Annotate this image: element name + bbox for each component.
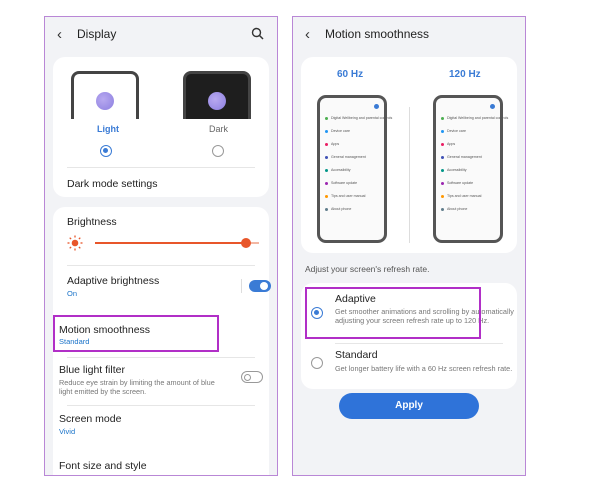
adaptive-brightness-value: On	[67, 289, 78, 298]
mini-item-label: Apps	[447, 142, 456, 146]
brightness-slider-thumb[interactable]	[240, 238, 251, 248]
mini-item-icon	[325, 208, 328, 211]
motion-smoothness-label: Motion smoothness	[59, 324, 151, 336]
mini-status-bar	[490, 104, 495, 109]
mini-item-label: Tips and user manual	[447, 194, 482, 198]
mini-item-icon	[325, 169, 328, 172]
page-title: Motion smoothness	[325, 27, 430, 41]
motion-header: ‹ Motion smoothness	[293, 17, 525, 51]
mini-item-icon	[325, 182, 328, 185]
mini-item-label: About phone	[447, 207, 468, 211]
brightness-label: Brightness	[67, 216, 117, 228]
font-size-style-item[interactable]: Font size and style	[59, 460, 147, 472]
mini-item-label: General management	[447, 155, 482, 159]
mini-item-icon	[325, 143, 328, 146]
light-theme-preview[interactable]	[71, 71, 139, 119]
mini-item-icon	[441, 208, 444, 211]
mini-item-label: Device care	[331, 129, 350, 133]
mini-item-icon	[441, 169, 444, 172]
display-header: ‹ Display	[45, 17, 277, 51]
adaptive-desc: Get smoother animations and scrolling by…	[335, 307, 514, 325]
mini-item-icon	[441, 156, 444, 159]
screen-mode-value: Vivid	[59, 427, 76, 436]
mini-item-icon	[325, 195, 328, 198]
preview-divider	[409, 107, 410, 243]
motion-smoothness-value: Standard	[59, 337, 90, 346]
mini-item-label: Accessibility	[331, 168, 351, 172]
motion-smoothness-screen: ‹ Motion smoothness 60 Hz 120 Hz Digital…	[292, 16, 526, 476]
blue-light-filter-item[interactable]: Blue light filter Reduce eye strain by l…	[53, 357, 269, 403]
standard-label: Standard	[335, 349, 378, 361]
toggle-divider	[241, 279, 242, 293]
blue-light-filter-toggle[interactable]	[241, 371, 263, 383]
mini-item-icon	[441, 117, 444, 120]
refresh-options-card: Adaptive Get smoother animations and scr…	[301, 283, 517, 389]
mini-item-label: Apps	[331, 142, 340, 146]
light-theme-radio[interactable]	[100, 145, 112, 157]
mini-item-icon	[441, 130, 444, 133]
adaptive-label: Adaptive	[335, 293, 376, 305]
brightness-slider-fill	[95, 242, 246, 244]
mini-item-icon	[325, 117, 328, 120]
refresh-preview-card: 60 Hz 120 Hz Digital Wellbeing and paren…	[301, 57, 517, 253]
blue-light-filter-label: Blue light filter	[59, 364, 125, 376]
dark-theme-label: Dark	[209, 124, 229, 134]
mini-item-icon	[441, 182, 444, 185]
mini-item-icon	[441, 195, 444, 198]
screen-mode-label: Screen mode	[59, 413, 122, 425]
standard-desc: Get longer battery life with a 60 Hz scr…	[335, 364, 513, 373]
motion-smoothness-item[interactable]: Motion smoothness Standard	[53, 313, 269, 353]
page-title: Display	[77, 27, 117, 41]
dark-theme-radio[interactable]	[212, 145, 224, 157]
adaptive-option[interactable]: Adaptive Get smoother animations and scr…	[301, 283, 517, 339]
preview-blob	[96, 92, 114, 110]
mini-item-label: Digital Wellbeing and parental controls	[331, 116, 393, 120]
preview-blob	[208, 92, 226, 110]
adaptive-radio[interactable]	[311, 307, 323, 319]
adaptive-brightness-toggle[interactable]	[249, 280, 271, 292]
hz120-phone-preview: Digital Wellbeing and parental controls D…	[433, 95, 508, 243]
refresh-rate-instruction: Adjust your screen's refresh rate.	[305, 264, 430, 274]
divider	[67, 265, 255, 266]
font-settings-card: Font size and style	[53, 457, 269, 475]
mini-item-icon	[325, 130, 328, 133]
mini-item-label: Software update	[331, 181, 358, 185]
apply-button[interactable]: Apply	[339, 393, 479, 419]
hz60-phone-preview: Digital Wellbeing and parental controls D…	[317, 95, 392, 243]
display-settings-screen: ‹ Display Light Dark Dark mode settings …	[44, 16, 278, 476]
blue-light-filter-desc: Reduce eye strain by limiting the amount…	[59, 378, 215, 396]
motion-settings-card: Motion smoothness Standard Blue light fi…	[53, 313, 269, 475]
mini-item-label: Accessibility	[447, 168, 467, 172]
hz60-label: 60 Hz	[337, 69, 364, 80]
mini-item-label: Device care	[447, 129, 466, 133]
mini-item-icon	[325, 156, 328, 159]
mini-status-bar	[374, 104, 379, 109]
mini-item-label: General management	[331, 155, 366, 159]
dark-mode-settings-item[interactable]: Dark mode settings	[67, 178, 157, 190]
mini-item-label: About phone	[331, 207, 352, 211]
mini-item-label: Tips and user manual	[331, 194, 366, 198]
adaptive-brightness-label: Adaptive brightness	[67, 275, 160, 287]
standard-radio[interactable]	[311, 357, 323, 369]
back-arrow-icon[interactable]: ‹	[305, 26, 310, 43]
sun-icon	[67, 235, 83, 251]
light-theme-label: Light	[97, 124, 119, 134]
hz120-label: 120 Hz	[449, 69, 481, 80]
dark-theme-preview[interactable]	[183, 71, 251, 119]
mini-item-icon	[441, 143, 444, 146]
theme-card: Light Dark Dark mode settings	[53, 57, 269, 197]
back-arrow-icon[interactable]: ‹	[57, 26, 62, 43]
screen-mode-item[interactable]: Screen mode Vivid	[53, 405, 269, 445]
standard-option[interactable]: Standard Get longer battery life with a …	[301, 343, 517, 387]
divider	[67, 167, 255, 168]
mini-item-label: Digital Wellbeing and parental controls	[447, 116, 509, 120]
adaptive-brightness-item[interactable]: Adaptive brightness On	[53, 267, 269, 305]
apply-button-label: Apply	[395, 400, 423, 411]
mini-item-label: Software update	[447, 181, 474, 185]
search-icon[interactable]	[251, 27, 264, 40]
